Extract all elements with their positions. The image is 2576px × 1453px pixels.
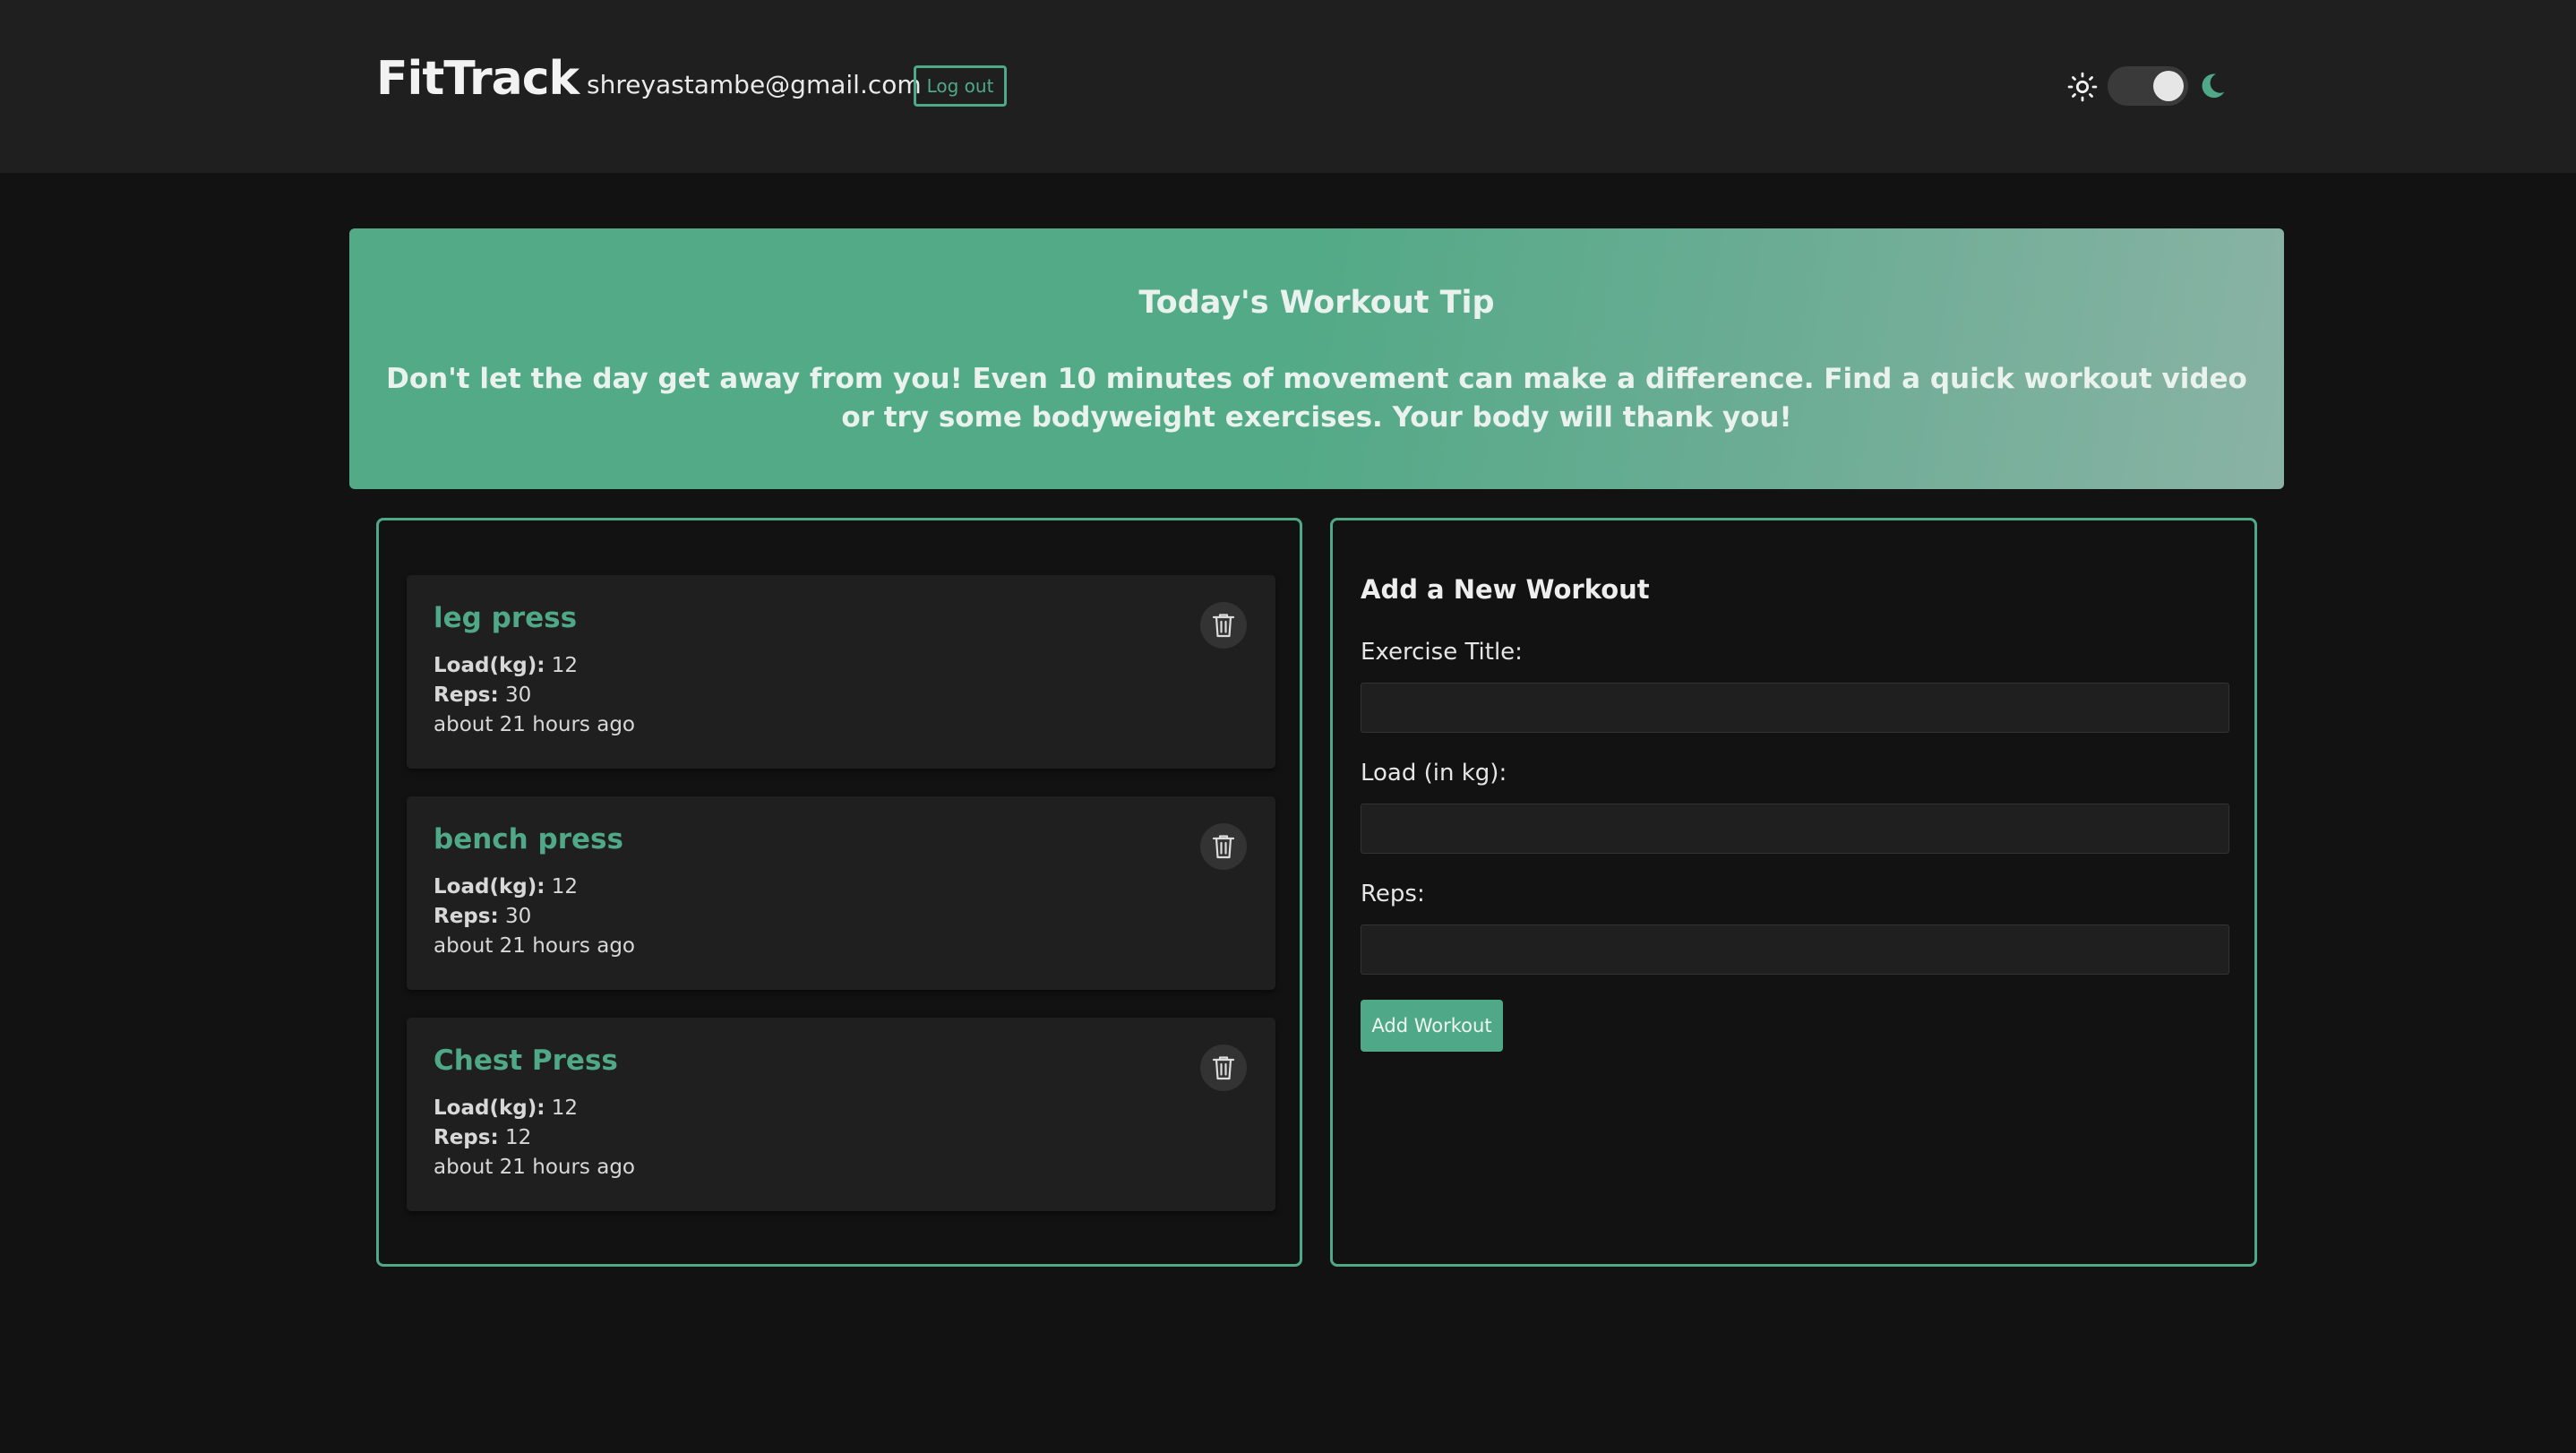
workout-timestamp: about 21 hours ago [434, 713, 635, 736]
workout-reps: Reps: 12 [434, 1126, 532, 1149]
workout-reps: Reps: 30 [434, 684, 532, 707]
workout-card: Chest Press Load(kg): 12 Reps: 12 about … [407, 1018, 1275, 1211]
workout-card: leg press Load(kg): 12 Reps: 30 about 21… [407, 575, 1275, 769]
reps-input[interactable] [1361, 924, 2229, 975]
form-title: Add a New Workout [1361, 574, 1650, 605]
workout-tip-banner: Today's Workout Tip Don't let the day ge… [349, 228, 2284, 489]
delete-workout-button[interactable] [1200, 602, 1247, 649]
trash-icon [1212, 835, 1235, 859]
workout-reps: Reps: 30 [434, 905, 532, 928]
workout-timestamp: about 21 hours ago [434, 934, 635, 958]
delete-workout-button[interactable] [1200, 1045, 1247, 1091]
workout-title: Chest Press [434, 1045, 618, 1077]
brand-logo[interactable]: FitTrack [376, 52, 580, 106]
trash-icon [1212, 1056, 1235, 1080]
workout-list-panel: leg press Load(kg): 12 Reps: 30 about 21… [376, 518, 1302, 1267]
delete-workout-button[interactable] [1200, 823, 1247, 870]
tip-text: Don't let the day get away from you! Eve… [386, 363, 2247, 434]
add-workout-button[interactable]: Add Workout [1361, 1000, 1503, 1052]
theme-switch[interactable] [2108, 66, 2188, 106]
theme-switch-knob [2153, 71, 2184, 101]
reps-label: Reps: [1361, 881, 1425, 907]
workout-card: bench press Load(kg): 12 Reps: 30 about … [407, 796, 1275, 990]
theme-toggle[interactable] [2067, 64, 2225, 107]
navbar: FitTrack shreyastambe@gmail.com Log out [0, 0, 2576, 173]
add-workout-panel: Add a New Workout Exercise Title: Load (… [1330, 518, 2257, 1267]
workout-load: Load(kg): 12 [434, 654, 579, 677]
workout-load: Load(kg): 12 [434, 875, 579, 898]
logout-button[interactable]: Log out [914, 65, 1007, 107]
tip-title: Today's Workout Tip [1138, 285, 1495, 321]
workout-timestamp: about 21 hours ago [434, 1156, 635, 1179]
workout-title: bench press [434, 823, 623, 855]
exercise-title-label: Exercise Title: [1361, 639, 1523, 666]
sun-icon [2067, 72, 2098, 102]
load-label: Load (in kg): [1361, 760, 1507, 787]
workout-title: leg press [434, 602, 578, 634]
trash-icon [1212, 614, 1235, 638]
exercise-title-input[interactable] [1361, 683, 2229, 733]
moon-icon [2202, 73, 2225, 99]
user-email: shreyastambe@gmail.com [587, 70, 922, 99]
workout-load: Load(kg): 12 [434, 1096, 579, 1120]
load-input[interactable] [1361, 804, 2229, 854]
